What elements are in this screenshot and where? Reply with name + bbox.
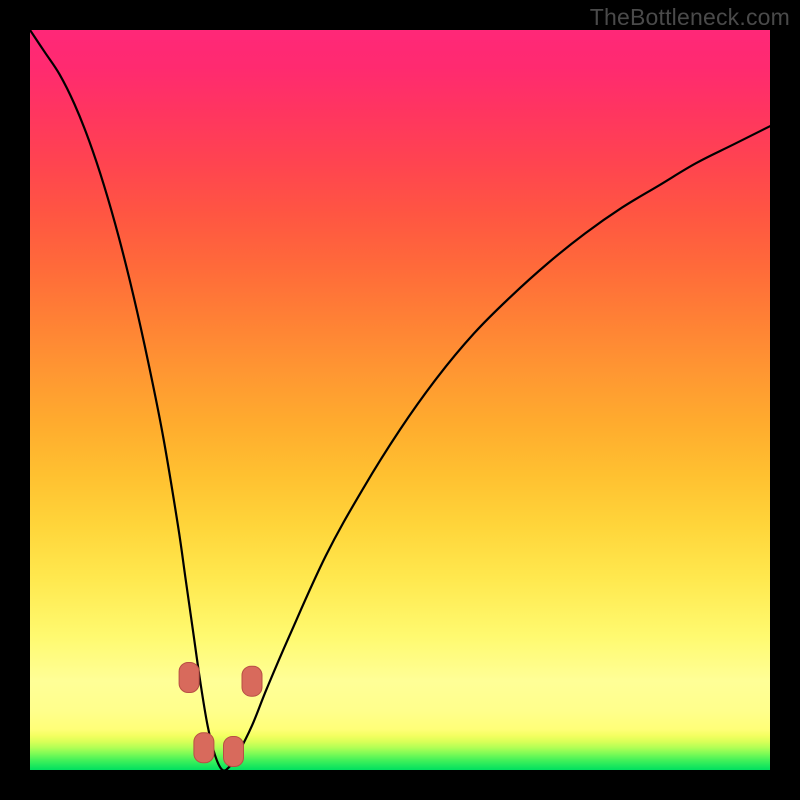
threshold-marker [194, 733, 214, 763]
bottleneck-curve [30, 30, 770, 770]
threshold-marker [242, 666, 262, 696]
plot-area [30, 30, 770, 770]
chart-frame: TheBottleneck.com [0, 0, 800, 800]
threshold-markers [179, 663, 262, 767]
threshold-marker [179, 663, 199, 693]
curve-layer [30, 30, 770, 770]
threshold-marker [224, 737, 244, 767]
watermark: TheBottleneck.com [590, 4, 790, 31]
